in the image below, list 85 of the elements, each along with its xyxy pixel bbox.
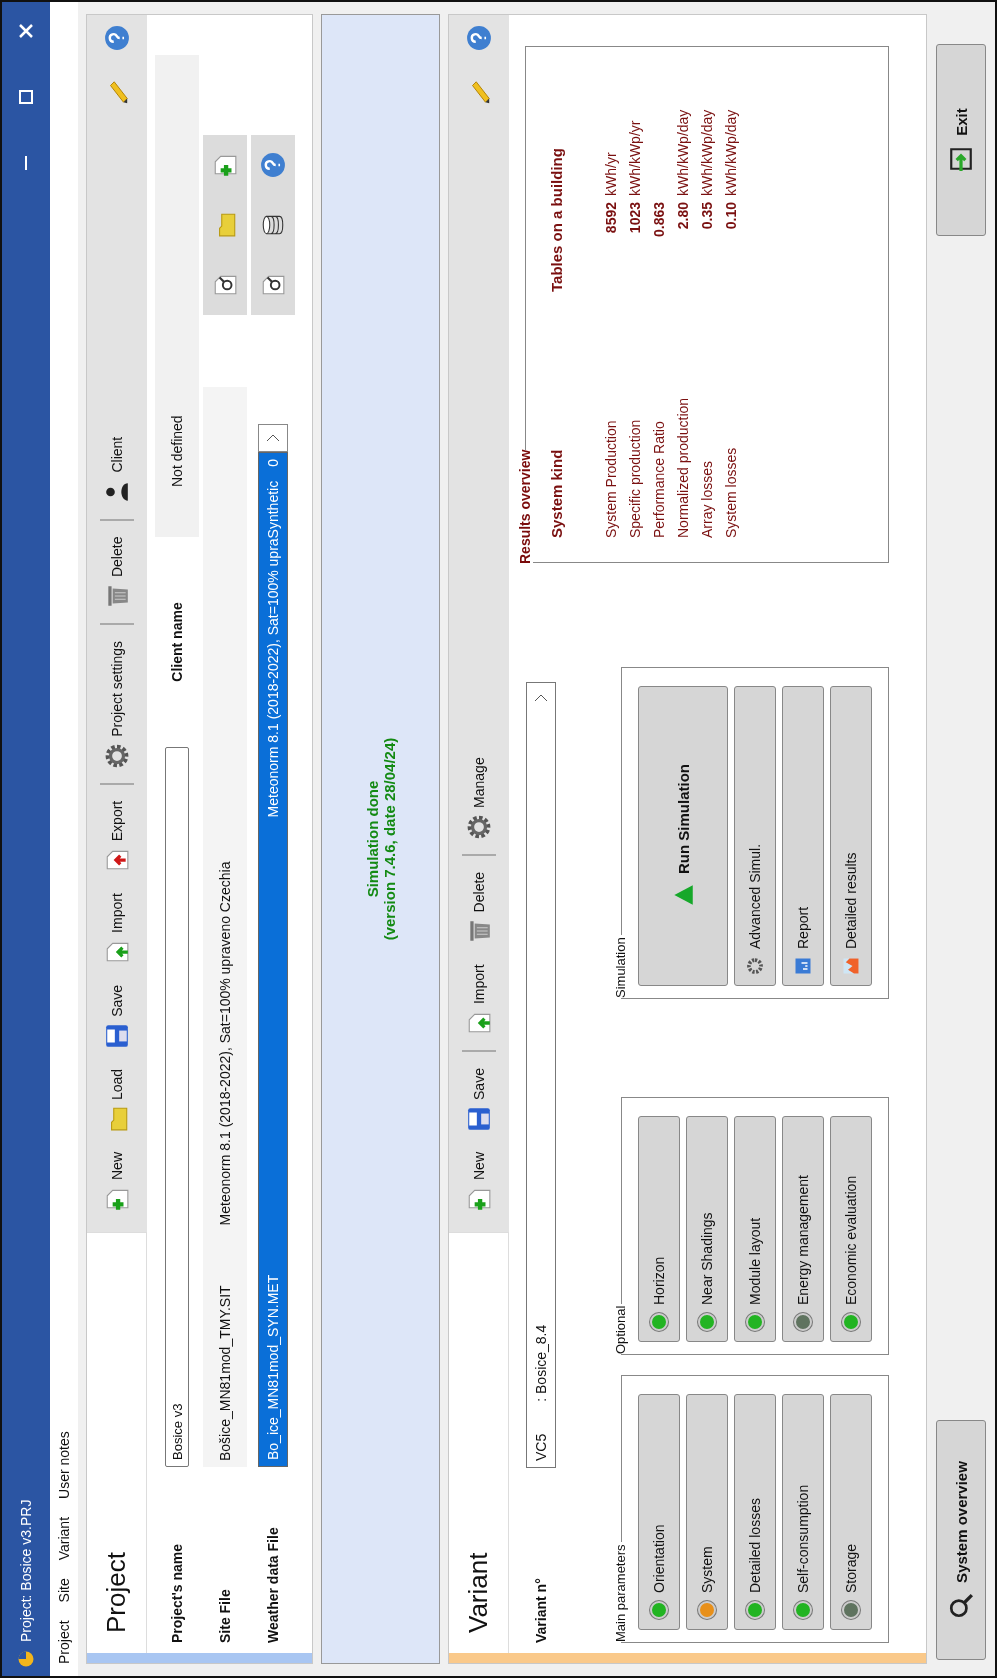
result-value: 0.35 — [699, 202, 715, 232]
help-icon[interactable] — [466, 25, 492, 51]
result-unit: kWh/kWp/day — [723, 108, 739, 196]
result-unit: kWh/kWp/day — [675, 108, 691, 196]
toolbar-button[interactable]: Save — [462, 1058, 496, 1142]
status-message: Simulation done — [363, 780, 381, 898]
parameter-button[interactable]: Economic evaluation — [830, 1116, 872, 1342]
parameter-button[interactable]: Orientation — [638, 1394, 680, 1630]
parameter-button[interactable]: Module layout — [734, 1116, 776, 1342]
group-title: Optional — [613, 1303, 628, 1354]
search-icon — [948, 1592, 974, 1619]
panel-title: Variant — [463, 1552, 494, 1633]
minimize-icon — [25, 156, 27, 170]
help-icon[interactable] — [260, 152, 286, 178]
dropdown-button[interactable] — [258, 424, 288, 452]
simulation-button[interactable]: Report — [782, 686, 824, 986]
result-value: 8592 — [603, 202, 619, 236]
settings-icon — [466, 813, 492, 840]
result-label: Performance Ratio — [651, 420, 667, 538]
result-label: Array losses — [699, 459, 715, 538]
status-message: (version 7.4.6, date 28/04/24) — [380, 737, 398, 941]
footer-button[interactable]: Exit — [936, 44, 986, 236]
weather-file-dropdown[interactable]: Bo_ice_MN81mod_SYN.MET Meteonorm 8.1 (2018-2022), Sat=100% upraSynthetic 0 — [258, 452, 288, 1467]
result-label: System Production — [603, 419, 619, 538]
result-unit: kWh/yr — [603, 151, 619, 196]
field-label: Site File — [217, 1588, 233, 1643]
maximize-icon — [17, 88, 35, 106]
result-label: Specific production — [627, 418, 643, 538]
toolbar-button[interactable]: New — [100, 1142, 134, 1222]
report-icon — [794, 957, 812, 975]
toolbar-button[interactable]: Save — [100, 974, 134, 1059]
simulation-button[interactable]: Run Simulation — [638, 686, 728, 986]
toolbar-button[interactable]: Manage — [462, 747, 496, 856]
result-value: 0.10 — [723, 202, 739, 232]
group-title: Simulation — [613, 935, 628, 998]
parameter-button[interactable]: Horizon — [638, 1116, 680, 1342]
close-icon — [17, 22, 35, 40]
parameter-button[interactable]: Near Shadings — [686, 1116, 728, 1342]
result-unit: kWh/kWp/yr — [627, 119, 643, 196]
toolbar-button[interactable]: Export — [100, 790, 134, 884]
field-label: Project's name — [169, 1542, 185, 1643]
menu-item[interactable]: User notes — [53, 1423, 75, 1507]
parameter-button[interactable]: Self-consumption — [782, 1394, 824, 1630]
menu-item[interactable]: Project — [53, 1612, 75, 1672]
toolbar-button[interactable]: Delete — [100, 526, 134, 626]
gear-icon — [746, 957, 764, 975]
chart-icon — [842, 957, 860, 975]
result-value: 0.863 — [651, 202, 667, 240]
result-label: Normalized production — [675, 396, 691, 538]
field-label: Client name — [169, 601, 185, 684]
field-label: Weather data File — [265, 1526, 281, 1643]
simulation-button[interactable]: Advanced Simul. — [734, 686, 776, 986]
toolbar-button[interactable]: New — [462, 1142, 496, 1222]
result-value: Tables on a building — [548, 147, 565, 292]
window-title: Project: Bosice v3.PRJ — [18, 1498, 34, 1642]
toolbar-button[interactable]: Import — [462, 954, 496, 1053]
parameter-button[interactable]: Storage — [830, 1394, 872, 1630]
toolbar-button[interactable]: Project settings — [100, 631, 134, 785]
group-title: Main parameters — [613, 1542, 628, 1642]
site-file-field: Bošice_MN81mod_TMY.SIT Meteonorm 8.1 (2018-2022), Sat=100% upraveno Czechia — [203, 387, 247, 1467]
simulation-button[interactable]: Detailed results — [830, 686, 872, 986]
footer-button[interactable]: System overview — [936, 1420, 986, 1660]
toolbar-button[interactable]: Client — [100, 426, 134, 521]
result-value: 2.80 — [675, 202, 691, 232]
result-unit: kWh/kWp/day — [699, 108, 715, 196]
parameter-button[interactable]: Detailed losses — [734, 1394, 776, 1630]
settings-icon — [104, 742, 130, 769]
menu-item[interactable]: Site — [53, 1570, 75, 1611]
help-icon[interactable] — [104, 25, 130, 51]
parameter-button[interactable]: System — [686, 1394, 728, 1630]
result-label: System losses — [723, 446, 739, 538]
app-logo-icon — [17, 1650, 35, 1668]
field-label: Variant n° — [533, 1577, 549, 1643]
exit-icon — [948, 145, 974, 172]
variant-dropdown[interactable]: VC5 : Bosice_8.4 — [526, 682, 556, 1468]
panel-title: Project — [101, 1552, 132, 1633]
toolbar-button[interactable]: Delete — [462, 861, 496, 955]
toolbar-button[interactable]: Load — [100, 1058, 134, 1142]
menu-item[interactable]: Variant — [53, 1508, 75, 1569]
client-value: Not defined — [155, 55, 199, 537]
toolbar-button[interactable]: Import — [100, 883, 134, 975]
project-name-field[interactable]: Bosice v3 — [165, 747, 189, 1467]
group-title: Results overview — [517, 449, 533, 564]
parameter-button[interactable]: Energy management — [782, 1116, 824, 1342]
result-value: 1023 — [627, 202, 643, 236]
